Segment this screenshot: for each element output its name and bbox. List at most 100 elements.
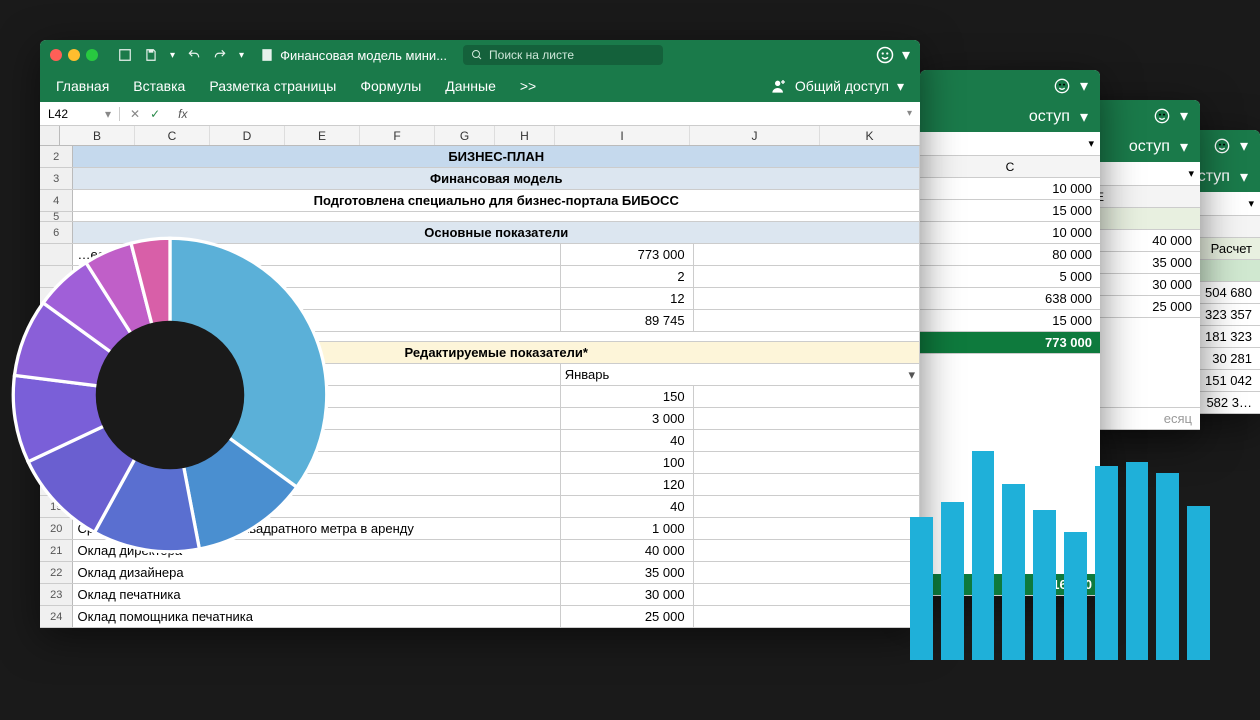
metric-value: 30 000 (561, 584, 694, 605)
col-header-I[interactable]: I (555, 126, 690, 145)
select-all[interactable] (40, 126, 60, 145)
cancel-icon[interactable]: ✕ (130, 107, 140, 121)
title-fin-model: Финансовая модель (73, 168, 920, 189)
share-partial[interactable]: оступ (1129, 138, 1170, 156)
tab-home[interactable]: Главная (56, 78, 109, 94)
metric-value: 25 000 (561, 606, 694, 627)
titlebar-right: ▾ (876, 45, 910, 65)
row-header[interactable]: 3 (40, 168, 73, 189)
col-header-H[interactable]: H (495, 126, 555, 145)
table-row: 3Финансовая модель (40, 168, 920, 190)
col-header-G[interactable]: G (435, 126, 495, 145)
home-icon[interactable] (118, 48, 132, 62)
cell (694, 408, 920, 429)
col-header-J[interactable]: J (690, 126, 820, 145)
bar (941, 502, 964, 660)
chevron-down-icon[interactable]: ▾ (1240, 136, 1248, 156)
col-header-K[interactable]: K (820, 126, 920, 145)
row-header[interactable]: 5 (40, 212, 73, 221)
metric-value: 773 000 (561, 244, 694, 265)
col-header-B[interactable]: B (60, 126, 135, 145)
metric-value: 89 745 (561, 310, 694, 331)
col-header-F[interactable]: F (360, 126, 435, 145)
table-row: 24Оклад помощника печатника25 000 (40, 606, 920, 628)
smiley-icon (1054, 78, 1070, 94)
smiley-icon (1214, 138, 1230, 154)
save-icon[interactable] (144, 48, 158, 62)
chevron-down-icon[interactable]: ▾ (902, 45, 910, 65)
metric-value: 12 (561, 288, 694, 309)
search-icon (471, 49, 483, 61)
tab-insert[interactable]: Вставка (133, 78, 185, 94)
share-button[interactable]: Общий доступ ▾ (771, 78, 904, 95)
chevron-down-icon[interactable]: ▾ (1080, 107, 1088, 127)
stack2-val: 15 000 (920, 200, 1100, 222)
chevron-down-icon[interactable]: ▾ (239, 50, 244, 61)
chevron-down-icon[interactable]: ▾ (1240, 167, 1248, 187)
search-box[interactable]: Поиск на листе (463, 45, 663, 65)
row-header[interactable]: 24 (40, 606, 73, 627)
stack2-val: 638 000 (920, 288, 1100, 310)
confirm-icon[interactable]: ✓ (150, 107, 160, 121)
metric-value: 3 000 (561, 408, 694, 429)
quick-access: ▾ ▾ (118, 48, 244, 62)
fx-icon[interactable]: fx (170, 107, 195, 121)
cell (694, 386, 920, 407)
stack2-val: 5 000 (920, 266, 1100, 288)
row-header[interactable]: 23 (40, 584, 73, 605)
month-dropdown[interactable]: Январь ▾ (561, 364, 920, 385)
share-partial[interactable]: оступ (1029, 108, 1070, 126)
metric-value: 40 (561, 430, 694, 451)
bar (972, 451, 995, 660)
minimize-button[interactable] (68, 49, 80, 61)
chevron-down-icon[interactable]: ▾ (1180, 106, 1188, 126)
tab-formulas[interactable]: Формулы (360, 78, 421, 94)
bar (1002, 484, 1025, 660)
metric-value: 100 (561, 452, 694, 473)
close-button[interactable] (50, 49, 62, 61)
metric-value: 2 (561, 266, 694, 287)
redo-icon[interactable] (213, 48, 227, 62)
stack2-val: 15 000 (920, 310, 1100, 332)
row-header[interactable]: 4 (40, 190, 73, 211)
row-header[interactable]: 22 (40, 562, 73, 583)
table-row: 5 (40, 212, 920, 222)
titlebar: ▾ ▾ Финансовая модель мини... Поиск на л… (40, 40, 920, 70)
table-row: 4Подготовлена специально для бизнес-порт… (40, 190, 920, 212)
name-box[interactable]: L42 ▾ (40, 107, 120, 121)
chevron-down-icon[interactable]: ▾ (170, 50, 175, 61)
bar (1156, 473, 1179, 660)
row-header[interactable]: 2 (40, 146, 73, 167)
formula-bar: L42 ▾ ✕ ✓ fx ▾ (40, 102, 920, 126)
bar (1126, 462, 1149, 660)
chevron-down-icon[interactable]: ▾ (1180, 137, 1188, 157)
col-header-C[interactable]: C (920, 156, 1100, 178)
smiley-icon[interactable] (876, 46, 894, 64)
cell (694, 430, 920, 451)
stack2-formula: ▾ (920, 132, 1100, 156)
metric-label: Оклад печатника (73, 584, 560, 605)
cell (694, 562, 920, 583)
undo-icon[interactable] (187, 48, 201, 62)
excel-file-icon (260, 48, 274, 62)
tab-page-layout[interactable]: Разметка страницы (209, 78, 336, 94)
table-row: 23Оклад печатника30 000 (40, 584, 920, 606)
metric-value: 1 000 (561, 518, 694, 539)
share-label: Общий доступ (795, 78, 889, 94)
bar (1187, 506, 1210, 660)
tab-data[interactable]: Данные (445, 78, 496, 94)
col-header-D[interactable]: D (210, 126, 285, 145)
tab-more[interactable]: >> (520, 78, 536, 94)
person-plus-icon (771, 78, 787, 94)
table-row: 22Оклад дизайнера35 000 (40, 562, 920, 584)
window-title: Финансовая модель мини... (260, 48, 447, 63)
metric-value: 150 (561, 386, 694, 407)
metric-label: Оклад дизайнера (73, 562, 560, 583)
column-headers: BCDEFGHIJK (40, 126, 920, 146)
maximize-button[interactable] (86, 49, 98, 61)
dropdown-icon[interactable]: ▾ (899, 108, 920, 119)
col-header-C[interactable]: C (135, 126, 210, 145)
bar (1033, 510, 1056, 660)
col-header-E[interactable]: E (285, 126, 360, 145)
chevron-down-icon[interactable]: ▾ (1080, 76, 1088, 96)
